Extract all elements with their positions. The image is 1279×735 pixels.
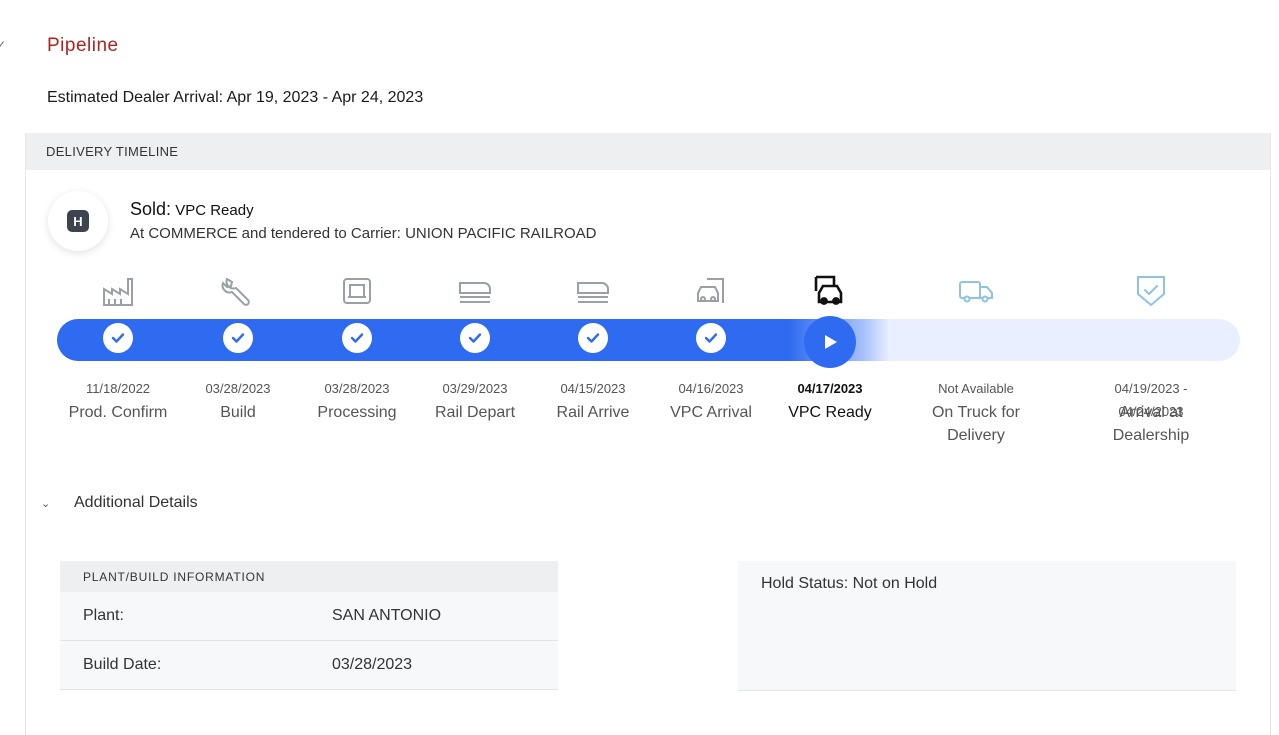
plant-build-info: PLANT/BUILD INFORMATION Plant: SAN ANTON… [60, 561, 558, 690]
car-seat-icon [297, 271, 417, 311]
stage-date: 11/18/2022 [85, 381, 151, 396]
vehicle-port-icon [770, 271, 890, 311]
checkmark-icon [460, 323, 490, 353]
table-row: Plant: SAN ANTONIO [60, 592, 558, 641]
checkmark-icon [696, 323, 726, 353]
row-value: 03/28/2023 [332, 656, 413, 673]
status-detail: At COMMERCE and tendered to Carrier: UNI… [130, 225, 597, 242]
stage-date: 03/29/2023 [442, 381, 508, 396]
stage-name: Prod. Confirm [68, 404, 168, 421]
stage-rail-depart: 03/29/2023 Rail Depart [415, 271, 535, 421]
stage-vpc-ready: 04/17/2023 VPC Ready [770, 271, 890, 421]
stage-name: Arrival at Dealership [1112, 404, 1190, 444]
stage-date: 03/28/2023 [324, 381, 390, 396]
play-icon [804, 316, 856, 368]
collapse-chevron-icon[interactable]: ✓ [0, 38, 8, 52]
train-icon [533, 271, 653, 311]
stage-on-truck: Not Available On Truck for Delivery [916, 271, 1036, 444]
plant-section-title: PLANT/BUILD INFORMATION [60, 561, 558, 592]
row-value: SAN ANTONIO [332, 607, 442, 624]
additional-details-toggle[interactable]: ⌄ Additional Details [41, 494, 198, 512]
stage-date: 04/16/2023 [678, 381, 744, 396]
status-value: VPC Ready [175, 202, 254, 219]
stage-name: VPC Ready [788, 404, 872, 421]
stage-processing: 03/28/2023 Processing [297, 271, 417, 421]
row-label: Build Date: [83, 656, 162, 673]
status-label: Sold: [130, 199, 172, 219]
page-title: Pipeline [47, 35, 119, 56]
chevron-down-icon: ⌄ [41, 497, 51, 510]
stage-date: Not Available [938, 381, 1014, 396]
checkmark-icon [103, 323, 133, 353]
hold-status-panel: Hold Status: Not on Hold [738, 561, 1236, 691]
stage-name: On Truck for Delivery [931, 404, 1021, 444]
hold-status: Hold Status: Not on Hold [761, 575, 938, 592]
checkmark-icon [578, 323, 608, 353]
wrench-icon [178, 271, 298, 311]
stage-date: 04/15/2023 [560, 381, 626, 396]
stage-build: 03/28/2023 Build [178, 271, 298, 421]
stage-name: Rail Depart [434, 404, 516, 421]
row-label: Plant: [83, 607, 124, 624]
section-header: DELIVERY TIMELINE [26, 133, 1270, 170]
stage-rail-arrive: 04/15/2023 Rail Arrive [533, 271, 653, 421]
stage-name: Processing [317, 404, 397, 421]
checkmark-icon [342, 323, 372, 353]
status-badge: H [67, 210, 89, 232]
stage-prod-confirm: 11/18/2022 Prod. Confirm [58, 271, 178, 421]
stage-date: 03/28/2023 [205, 381, 271, 396]
status-summary: Sold: VPC Ready [130, 199, 254, 220]
shield-check-icon [1091, 271, 1211, 311]
table-row: Build Date: 03/28/2023 [60, 641, 558, 690]
vehicle-port-icon [651, 271, 771, 311]
additional-details-label: Additional Details [74, 494, 198, 511]
status-icon: H [48, 191, 108, 251]
stage-arrival-dealership: 04/19/2023 - 04/24/2023 Arrival at Deale… [1091, 271, 1211, 444]
truck-icon [916, 271, 1036, 311]
checkmark-icon [223, 323, 253, 353]
factory-icon [58, 271, 178, 311]
stage-name: VPC Arrival [670, 404, 752, 421]
stage-vpc-arrival: 04/16/2023 VPC Arrival [651, 271, 771, 421]
stage-name: Build [220, 404, 256, 421]
delivery-timeline-card: DELIVERY TIMELINE H Sold: VPC Ready At C… [25, 133, 1271, 735]
stage-name: Rail Arrive [556, 404, 630, 421]
train-icon [415, 271, 535, 311]
estimated-arrival: Estimated Dealer Arrival: Apr 19, 2023 -… [47, 89, 424, 106]
stage-date: 04/17/2023 [797, 381, 863, 396]
